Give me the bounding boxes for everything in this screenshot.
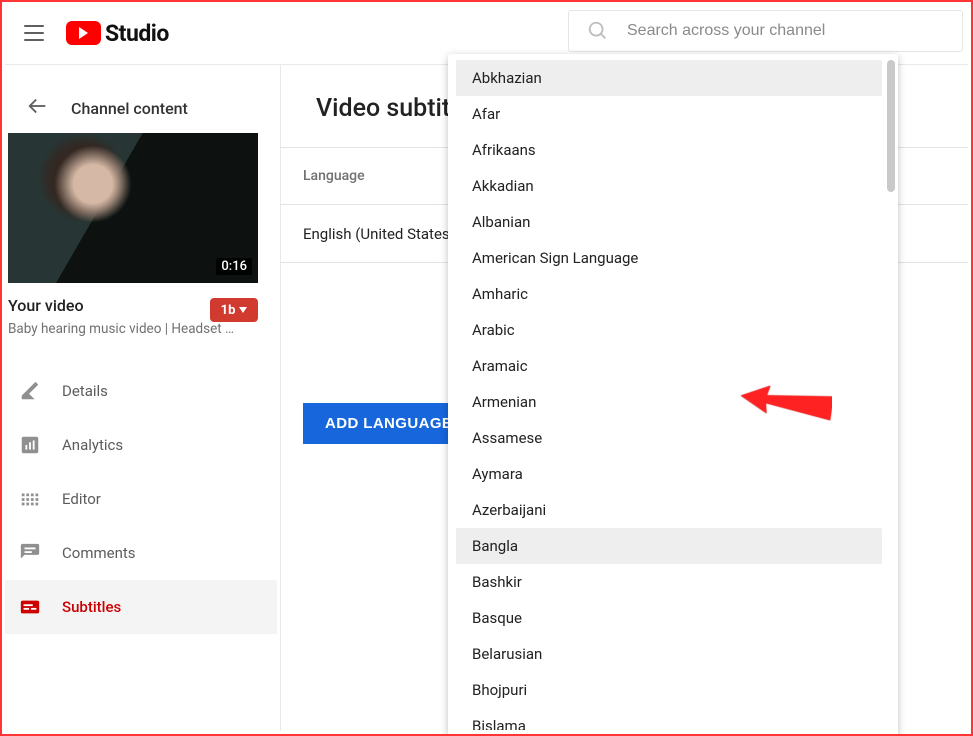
language-option[interactable]: Afar bbox=[456, 96, 882, 132]
back-to-channel-content[interactable]: Channel content bbox=[5, 88, 275, 128]
badge-text: 1b bbox=[221, 303, 236, 318]
youtube-play-icon bbox=[66, 21, 101, 45]
language-option[interactable]: Arabic bbox=[456, 312, 882, 348]
language-option[interactable]: Aymara bbox=[456, 456, 882, 492]
editor-icon bbox=[18, 487, 42, 511]
back-label: Channel content bbox=[71, 99, 188, 118]
language-option[interactable]: Azerbaijani bbox=[456, 492, 882, 528]
language-option[interactable]: Bangla bbox=[456, 528, 882, 564]
hamburger-menu[interactable] bbox=[22, 21, 46, 45]
nav-label: Editor bbox=[62, 490, 101, 508]
studio-logo[interactable]: Studio bbox=[66, 20, 169, 47]
language-option[interactable]: American Sign Language bbox=[456, 240, 882, 276]
nav-item-analytics[interactable]: Analytics bbox=[5, 418, 277, 472]
analytics-icon bbox=[18, 433, 42, 457]
details-icon bbox=[18, 379, 42, 403]
logo-text: Studio bbox=[105, 20, 169, 47]
arrow-left-icon bbox=[27, 95, 49, 121]
video-duration: 0:16 bbox=[216, 258, 252, 275]
language-option[interactable]: Belarusian bbox=[456, 636, 882, 672]
language-option[interactable]: Aramaic bbox=[456, 348, 882, 384]
chevron-down-icon bbox=[239, 307, 247, 313]
language-option[interactable]: Amharic bbox=[456, 276, 882, 312]
language-option[interactable]: Basque bbox=[456, 600, 882, 636]
search-icon bbox=[587, 20, 609, 42]
nav-label: Subtitles bbox=[62, 598, 121, 616]
search-bar[interactable] bbox=[568, 10, 963, 52]
language-option[interactable]: Assamese bbox=[456, 420, 882, 456]
language-option[interactable]: Afrikaans bbox=[456, 132, 882, 168]
language-option[interactable]: Abkhazian bbox=[456, 60, 882, 96]
nav-item-subtitles[interactable]: Subtitles bbox=[5, 580, 277, 634]
nav-label: Analytics bbox=[62, 436, 123, 454]
nav-label: Details bbox=[62, 382, 108, 400]
scrollbar-thumb[interactable] bbox=[887, 60, 895, 192]
nav-item-details[interactable]: Details bbox=[5, 364, 277, 418]
language-option[interactable]: Bislama bbox=[456, 708, 882, 730]
comments-icon bbox=[18, 541, 42, 565]
language-option[interactable]: Akkadian bbox=[456, 168, 882, 204]
video-thumbnail[interactable]: 0:16 bbox=[8, 133, 258, 283]
nav-item-comments[interactable]: Comments bbox=[5, 526, 277, 580]
language-option[interactable]: Albanian bbox=[456, 204, 882, 240]
language-dropdown[interactable]: AbkhazianAfarAfrikaansAkkadianAlbanianAm… bbox=[448, 54, 898, 736]
extension-badge[interactable]: 1b bbox=[210, 298, 258, 322]
language-option[interactable]: Armenian bbox=[456, 384, 882, 420]
language-value: English (United States) bbox=[281, 225, 455, 243]
video-title: Baby hearing music video | Headset … bbox=[8, 321, 258, 337]
language-option[interactable]: Bhojpuri bbox=[456, 672, 882, 708]
subtitles-icon bbox=[18, 595, 42, 619]
search-input[interactable] bbox=[627, 22, 962, 40]
column-language: Language bbox=[281, 168, 365, 184]
language-option[interactable]: Bashkir bbox=[456, 564, 882, 600]
nav-item-editor[interactable]: Editor bbox=[5, 472, 277, 526]
nav-label: Comments bbox=[62, 544, 136, 562]
